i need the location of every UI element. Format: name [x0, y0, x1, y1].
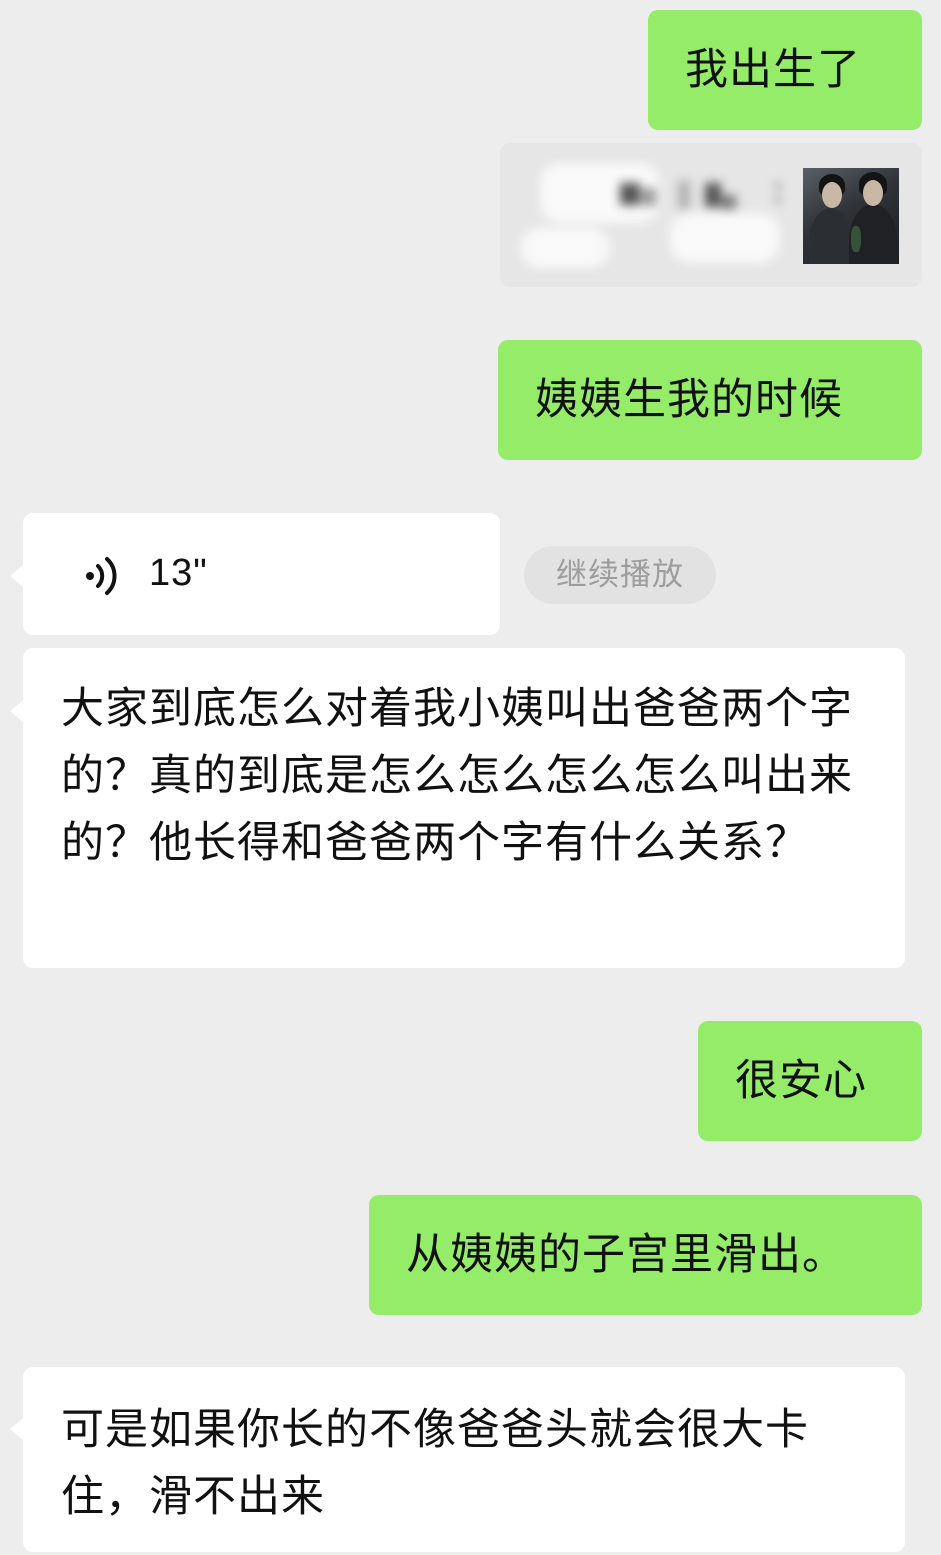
shared-card-message[interactable]	[500, 143, 922, 287]
bubble-tail	[10, 1418, 23, 1440]
chat-message-list[interactable]: 我出生了 姨姨生我的时候 13" 继续播放 大家到底怎么对着我小姨叫出爸爸两个字…	[0, 0, 941, 1555]
outgoing-message-bubble[interactable]: 从姨姨的子宫里滑出。	[369, 1195, 922, 1315]
message-text: 姨姨生我的时候	[535, 375, 843, 425]
message-text: 从姨姨的子宫里滑出。	[406, 1230, 846, 1280]
incoming-message-bubble[interactable]: 大家到底怎么对着我小姨叫出爸爸两个字的？真的到底是怎么怎么怎么怎么叫出来的？他长…	[23, 648, 905, 968]
bubble-tail	[10, 565, 23, 587]
message-text: 很安心	[735, 1056, 867, 1106]
continue-playback-button[interactable]: 继续播放	[524, 546, 716, 604]
outgoing-message-bubble[interactable]: 姨姨生我的时候	[498, 340, 922, 460]
message-text: 我出生了	[685, 45, 861, 95]
outgoing-message-bubble[interactable]: 很安心	[698, 1021, 922, 1141]
voice-message-bubble[interactable]: 13"	[23, 513, 500, 635]
card-thumbnail-photo	[803, 168, 899, 264]
voice-wave-icon	[86, 557, 117, 595]
message-text: 可是如果你长的不像爸爸头就会很大卡住，滑不出来	[61, 1405, 809, 1522]
outgoing-message-bubble[interactable]: 我出生了	[648, 10, 922, 130]
bubble-tail	[10, 700, 23, 722]
voice-duration: 13"	[149, 552, 208, 594]
message-text: 大家到底怎么对着我小姨叫出爸爸两个字的？真的到底是怎么怎么怎么怎么叫出来的？他长…	[61, 684, 853, 868]
incoming-message-bubble[interactable]: 可是如果你长的不像爸爸头就会很大卡住，滑不出来	[23, 1367, 905, 1552]
